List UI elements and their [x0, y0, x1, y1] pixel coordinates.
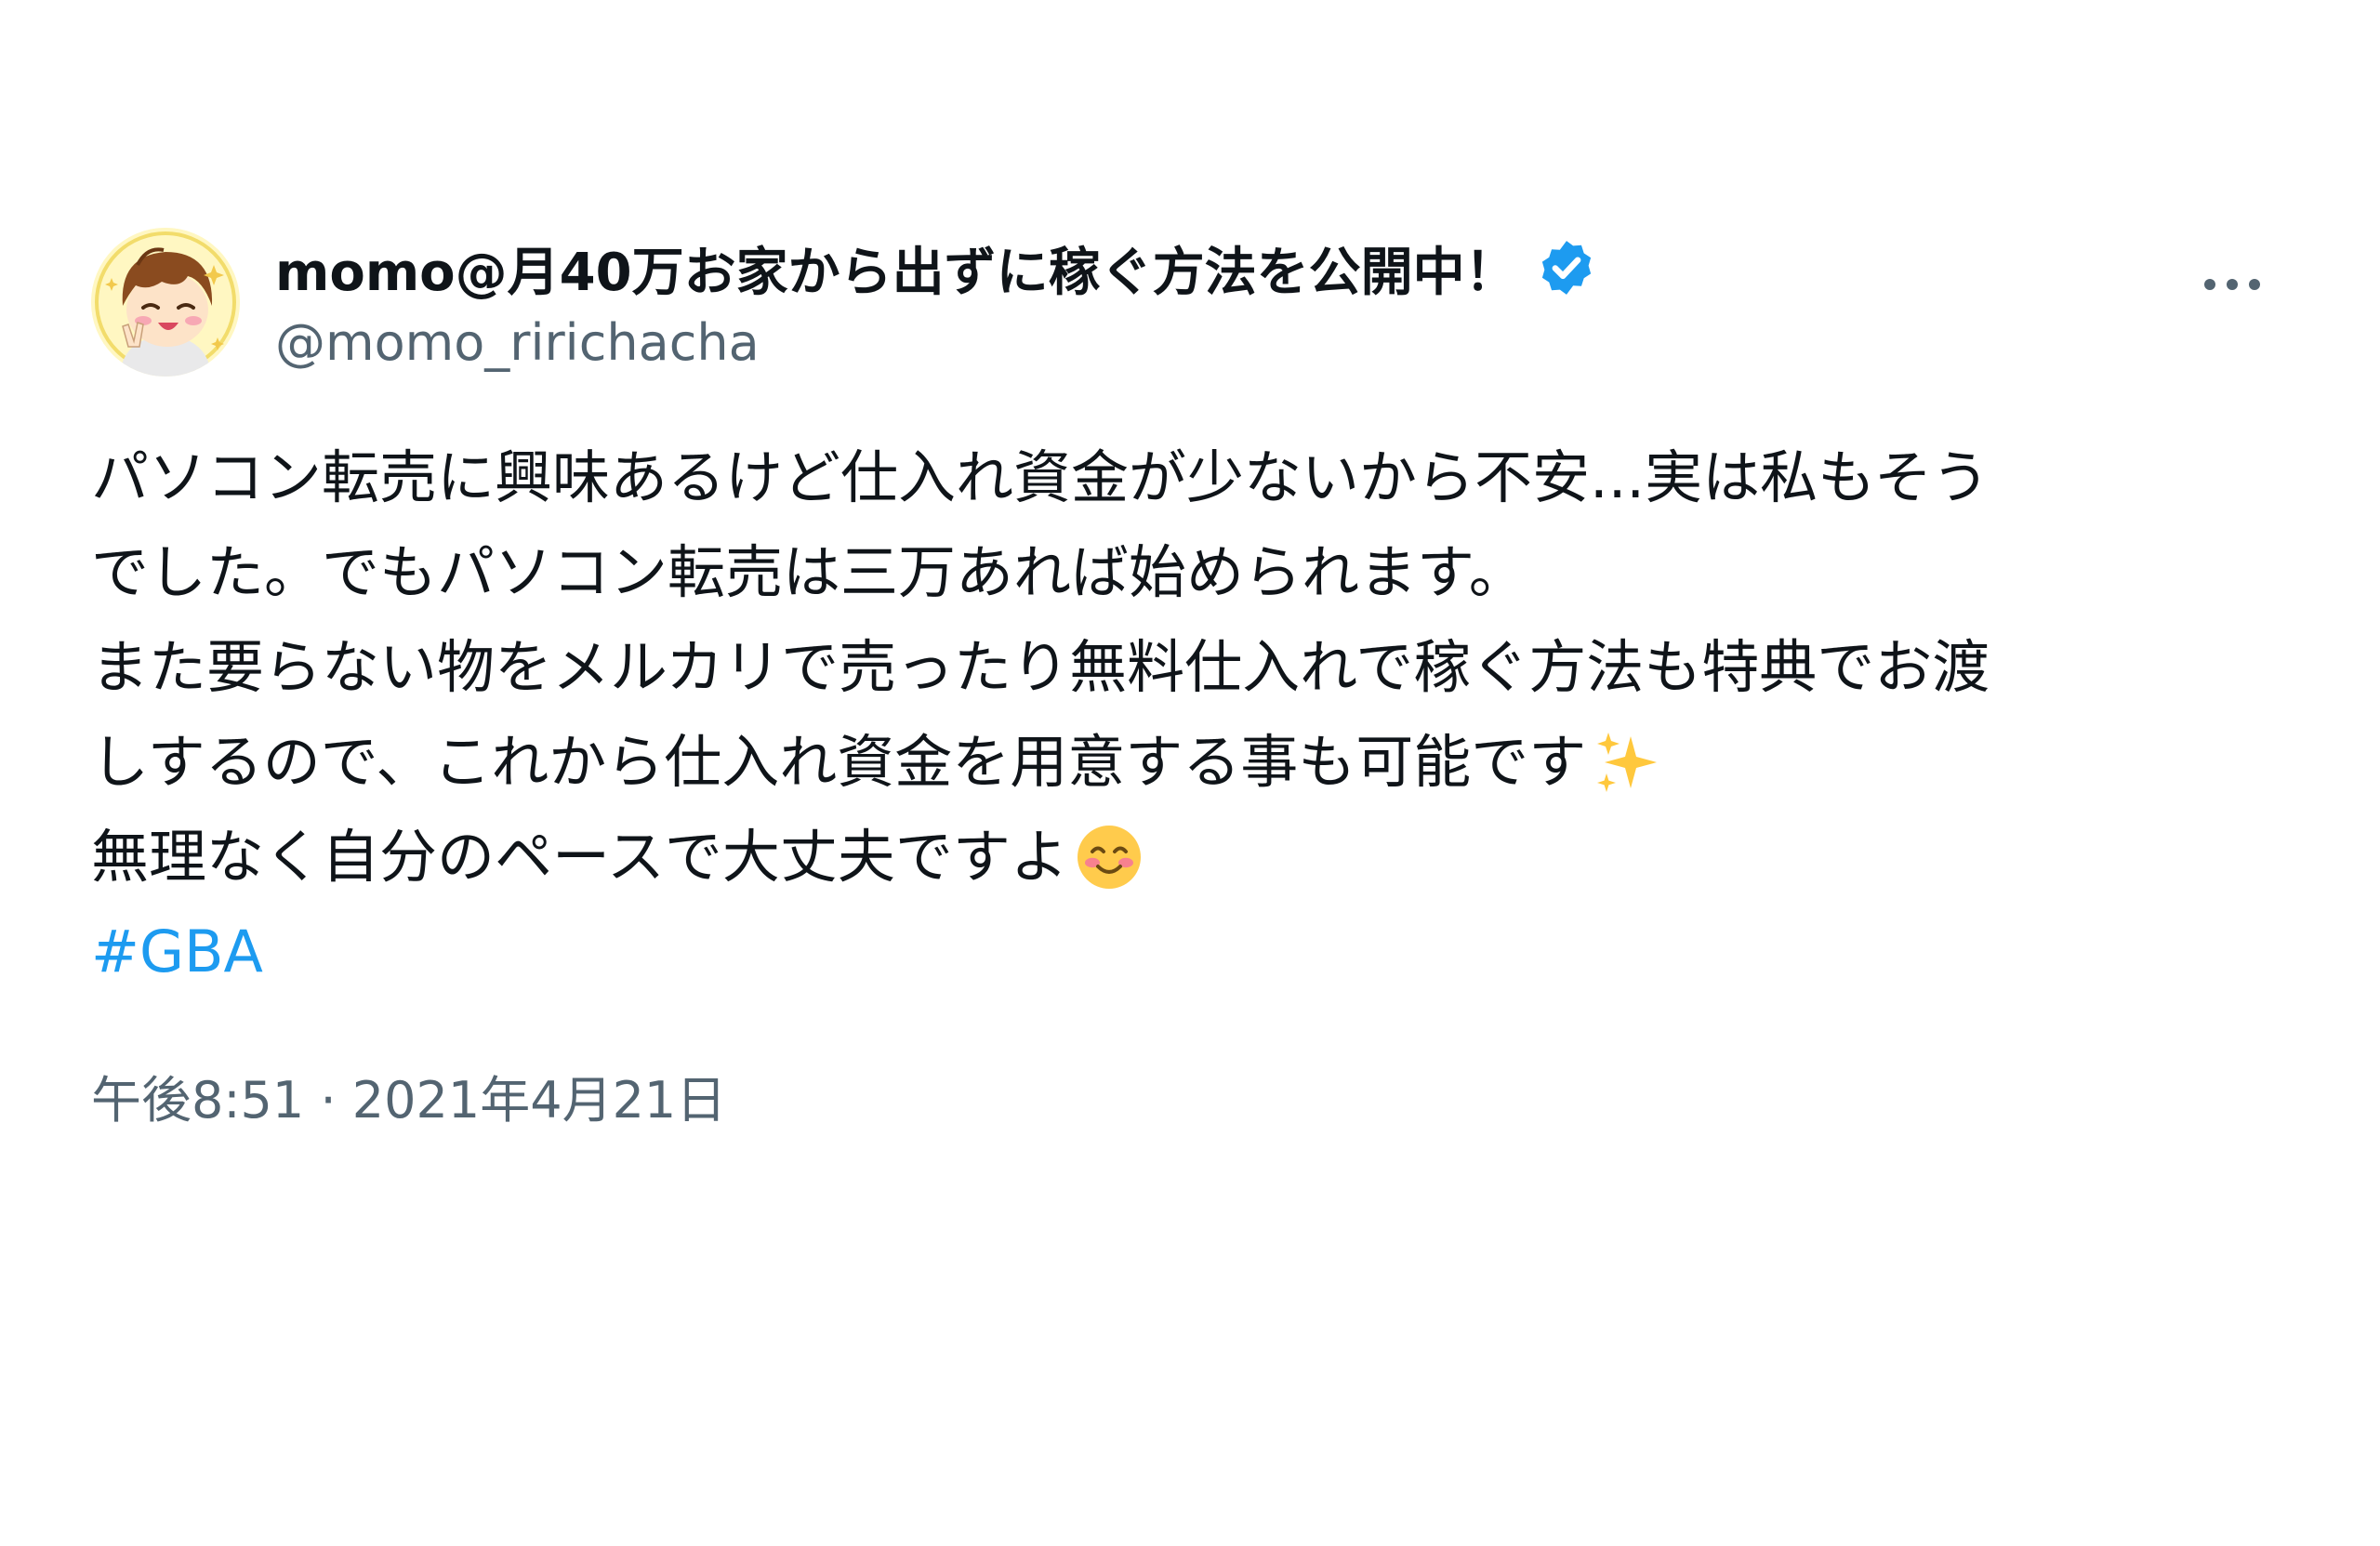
tweet-timestamp: 午後8:51 · 2021年4月21日 [91, 1059, 2285, 1132]
tweet-text-line: #GBA [91, 905, 2285, 999]
author-handle[interactable]: @momo_ririchacha [275, 313, 1597, 372]
tweet-date: 2021年4月21日 [351, 1071, 727, 1130]
avatar-illustration [91, 228, 240, 377]
tweet-card: momo@月40万お家から出ずに稼ぐ方法を公開中！ @momo_ririchac… [91, 228, 2285, 1132]
tweet-text: パソコン転売に興味あるけど仕入れ資金が少ないから不安...実は私もそう でした。… [91, 430, 2285, 999]
display-name-row: momo@月40万お家から出ずに稼ぐ方法を公開中！ [275, 231, 1597, 304]
dot [2204, 279, 2215, 290]
smiling-face-emoji [1072, 820, 1146, 894]
sparkles-emoji [1590, 725, 1664, 799]
tweet-text-line-3: また要らない物をメルカリで売ったり無料仕入れで稼ぐ方法も特典でお渡 [91, 633, 1990, 701]
tweet-header: momo@月40万お家から出ずに稼ぐ方法を公開中！ @momo_ririchac… [91, 228, 2285, 377]
tweet-text-line: でした。でもパソコン転売は三万あれば始められます。 [91, 525, 2285, 620]
tweet-text-line-2: でした。でもパソコン転売は三万あれば始められます。 [91, 538, 1527, 606]
hashtag-link[interactable]: #GBA [91, 905, 263, 999]
tweet-text-line: また要らない物をメルカリで売ったり無料仕入れで稼ぐ方法も特典でお渡 [91, 620, 2285, 715]
tweet-text-line: しするので、これから仕入れ資金を用意する事も可能です [91, 715, 2285, 810]
tweet-time: 午後8:51 [91, 1071, 305, 1130]
dot [2249, 279, 2260, 290]
avatar[interactable] [91, 228, 240, 377]
tweet-text-line-5: 無理なく自分のペースで大丈夫ですよ [91, 823, 1068, 891]
more-options-icon[interactable] [2190, 252, 2274, 317]
author-display-name[interactable]: momo@月40万お家から出ずに稼ぐ方法を公開中！ [275, 231, 1517, 306]
tweet-text-line: 無理なく自分のペースで大丈夫ですよ [91, 810, 2285, 905]
author-names: momo@月40万お家から出ずに稼ぐ方法を公開中！ @momo_ririchac… [275, 231, 1597, 372]
verified-badge-icon[interactable] [1536, 237, 1597, 298]
dot [2227, 279, 2238, 290]
tweet-time-link[interactable]: 午後8:51 · 2021年4月21日 [91, 1071, 726, 1130]
tweet-text-line-4: しするので、これから仕入れ資金を用意する事も可能です [91, 728, 1587, 796]
tweet-text-line: パソコン転売に興味あるけど仕入れ資金が少ないから不安...実は私もそう [91, 430, 2285, 525]
timestamp-separator: · [320, 1071, 337, 1130]
tweet-text-line-1: パソコン転売に興味あるけど仕入れ資金が少ないから不安...実は私もそう [91, 443, 1990, 511]
